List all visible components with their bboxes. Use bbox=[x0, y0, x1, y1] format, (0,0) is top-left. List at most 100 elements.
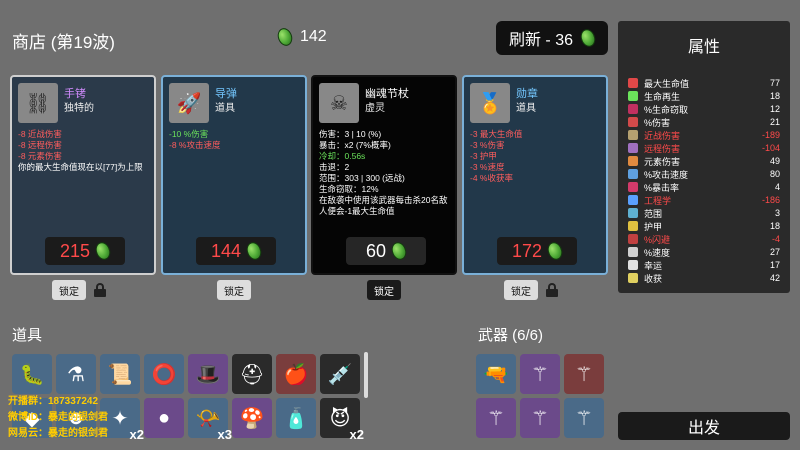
shop-card-ghost-scepter[interactable]: ☠ 幽魂节杖 虚灵 伤害：3 | 10 (%) 暴击：x2 (7%概率) 冷却：… bbox=[311, 75, 457, 275]
item-slot[interactable]: ⭕ bbox=[144, 354, 184, 394]
material-coin-icon bbox=[93, 240, 113, 262]
lock-button-4[interactable]: 锁定 bbox=[504, 280, 538, 300]
scroll-icon: 📜 bbox=[107, 363, 133, 386]
wand-icon: ⚚ bbox=[531, 363, 549, 386]
stat-icon bbox=[628, 78, 638, 88]
item-slot[interactable]: 😈 x2 bbox=[320, 398, 364, 442]
stat-value: -4 bbox=[771, 234, 780, 244]
weapon-slot[interactable]: ⚚ bbox=[520, 354, 560, 394]
stat-row: %攻击速度 80 bbox=[628, 168, 780, 180]
stat-line: 暴击：x2 (7%概率) bbox=[319, 140, 391, 150]
turret-icon: 🔫 bbox=[483, 363, 509, 386]
item-slot[interactable]: 🍄 bbox=[232, 398, 272, 438]
stat-row: %暴击率 4 bbox=[628, 181, 780, 193]
stat-label: 收获 bbox=[644, 273, 663, 284]
item-slot[interactable]: ⛑ bbox=[232, 354, 272, 394]
stat-icon bbox=[628, 169, 638, 179]
card-stats: -8 近战伤害 -8 远程伤害 -8 元素伤害 你的最大生命值现在以[77]为上… bbox=[18, 129, 150, 173]
apple-face-icon: 🍎 bbox=[283, 363, 309, 386]
weapon-slot[interactable]: ⚚ bbox=[520, 398, 560, 438]
stat-line: -8 远程伤害 bbox=[18, 140, 62, 150]
stat-icon bbox=[628, 117, 638, 127]
bottle-icon: 🧴 bbox=[283, 407, 309, 430]
stat-value: 77 bbox=[769, 78, 780, 88]
stat-row: %闪避 -4 bbox=[628, 233, 780, 245]
lock-button-1[interactable]: 锁定 bbox=[52, 280, 86, 300]
shop-title: 商店 (第19波) bbox=[12, 33, 115, 52]
price-button[interactable]: 144 bbox=[196, 237, 276, 265]
price-button[interactable]: 60 bbox=[346, 237, 426, 265]
weapon-slot[interactable]: 🔫 bbox=[476, 354, 516, 394]
stat-value: -189 bbox=[761, 130, 780, 140]
material-coin-icon bbox=[545, 240, 565, 262]
item-slot[interactable]: 🎩 bbox=[188, 354, 228, 394]
padlock-icon bbox=[546, 283, 558, 297]
material-coin-icon bbox=[389, 240, 409, 262]
stat-line: 生命窃取：12% bbox=[319, 184, 379, 194]
stat-label: 最大生命值 bbox=[644, 78, 690, 89]
items-title: 道具 bbox=[12, 327, 43, 344]
material-coin-icon bbox=[578, 27, 598, 49]
stat-line: -4 %收获率 bbox=[470, 173, 513, 183]
stat-value: 27 bbox=[769, 247, 780, 257]
item-slot[interactable]: 💉 bbox=[320, 354, 360, 394]
wand-icon: ⚚ bbox=[487, 407, 505, 430]
item-slot[interactable]: 🐛 bbox=[12, 354, 52, 394]
shop-card-missile[interactable]: 🚀 导弹 道具 -10 %伤害 -8 %攻击速度 144 bbox=[161, 75, 307, 275]
stat-line: -3 %速度 bbox=[470, 162, 505, 172]
lock-button-3[interactable]: 锁定 bbox=[367, 280, 401, 300]
stat-line: 伤害：3 | 10 (%) bbox=[319, 129, 382, 139]
card-type: 虚灵 bbox=[365, 103, 385, 114]
demon-icon: 😈 bbox=[329, 407, 351, 430]
card-stats: -3 最大生命值 -3 %伤害 -3 护甲 -3 %速度 -4 %收获率 bbox=[470, 129, 602, 184]
item-slot[interactable]: 🧴 bbox=[276, 398, 316, 438]
lock-button-2[interactable]: 锁定 bbox=[217, 280, 251, 300]
currency-amount: 142 bbox=[300, 28, 327, 45]
weapon-slot[interactable]: ⚚ bbox=[476, 398, 516, 438]
stat-line: -8 %攻击速度 bbox=[169, 140, 221, 150]
items-scrollbar[interactable] bbox=[364, 352, 368, 398]
stat-row: 收获 42 bbox=[628, 272, 780, 284]
material-coin-icon bbox=[275, 26, 295, 48]
streamer-overlay: 开播群：187337242 微博ID：暴走的银剑君 网易云：暴走的银剑君 bbox=[8, 394, 108, 442]
go-button[interactable]: 出发 bbox=[618, 412, 790, 440]
stat-icon bbox=[628, 208, 638, 218]
stat-line: -3 护甲 bbox=[470, 151, 497, 161]
stat-line: -3 %伤害 bbox=[470, 140, 505, 150]
stat-row: 幸运 17 bbox=[628, 259, 780, 271]
padlock-icon bbox=[94, 283, 106, 297]
item-slot[interactable]: 📯 x3 bbox=[188, 398, 232, 442]
stat-row: 范围 3 bbox=[628, 207, 780, 219]
stat-line: -8 近战伤害 bbox=[18, 129, 62, 139]
stat-line: 范围：303 | 300 (远战) bbox=[319, 173, 405, 183]
reroll-button[interactable]: 刷新 - 36 bbox=[496, 21, 608, 55]
stat-line: 在敌袭中使用该武器每击杀20名敌人便会-1最大生命值 bbox=[319, 195, 448, 216]
card-type: 道具 bbox=[215, 103, 235, 114]
shop-card-medal[interactable]: 🏅 勋章 道具 -3 最大生命值 -3 %伤害 -3 护甲 -3 %速度 -4 … bbox=[462, 75, 608, 275]
price-button[interactable]: 215 bbox=[45, 237, 125, 265]
item-slot[interactable]: ● bbox=[144, 398, 184, 438]
stat-label: %攻击速度 bbox=[644, 169, 689, 180]
stat-line: -10 %伤害 bbox=[169, 129, 209, 139]
item-slot[interactable]: 🍎 bbox=[276, 354, 316, 394]
shop-card-handcuffs[interactable]: ⛓ 手铐 独特的 -8 近战伤害 -8 远程伤害 -8 元素伤害 你的最大生命值… bbox=[10, 75, 156, 275]
stat-icon bbox=[628, 104, 638, 114]
price-button[interactable]: 172 bbox=[497, 237, 577, 265]
item-slot[interactable]: 📜 bbox=[100, 354, 140, 394]
stat-label: %速度 bbox=[644, 247, 671, 258]
weapon-slot[interactable]: ⚚ bbox=[564, 398, 604, 438]
stats-title: 属性 bbox=[687, 39, 720, 56]
item-count: x2 bbox=[129, 427, 144, 442]
stat-value: 80 bbox=[769, 169, 780, 179]
medal-icon: 🏅 bbox=[470, 83, 510, 123]
bone-icon: ✦ bbox=[111, 407, 129, 430]
stat-icon bbox=[628, 182, 638, 192]
stat-value: 49 bbox=[769, 156, 780, 166]
stat-row: %生命窃取 12 bbox=[628, 103, 780, 115]
weapon-slot[interactable]: ⚚ bbox=[564, 354, 604, 394]
item-count: x2 bbox=[349, 427, 364, 442]
item-slot[interactable]: ⚗ bbox=[56, 354, 96, 394]
stat-line: 冷却：0.56s bbox=[319, 151, 366, 161]
stat-value: 3 bbox=[774, 208, 780, 218]
stat-row: 生命再生 18 bbox=[628, 90, 780, 102]
